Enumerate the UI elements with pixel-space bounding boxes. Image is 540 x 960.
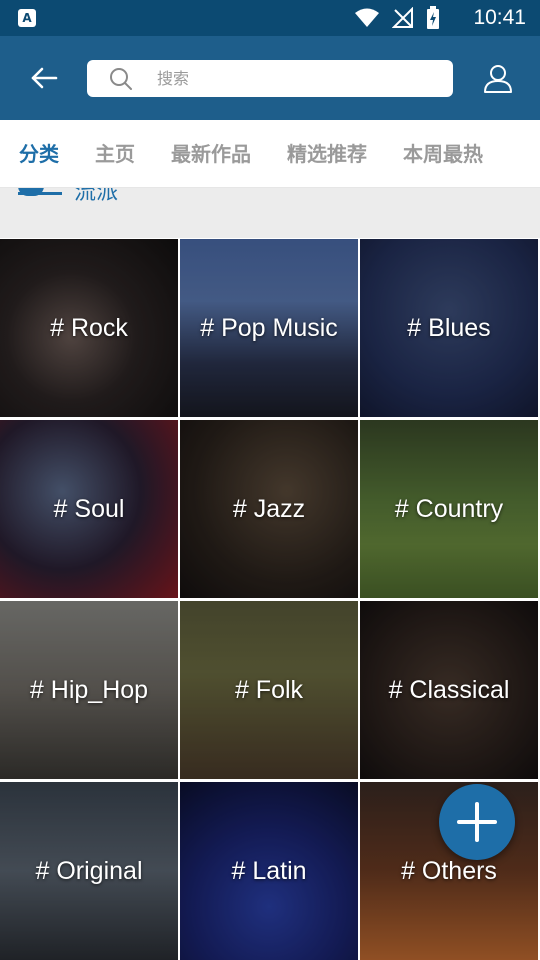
section-marker-line bbox=[18, 192, 62, 195]
app-notification-icon: A bbox=[18, 9, 36, 27]
section-header: 流派 bbox=[0, 188, 540, 238]
genre-label: # Soul bbox=[53, 494, 125, 523]
search-bar[interactable] bbox=[87, 60, 453, 97]
wifi-icon bbox=[355, 8, 379, 27]
tab-weekly-hot[interactable]: 本周最热 bbox=[385, 120, 501, 188]
status-bar: A 10:41 bbox=[0, 0, 540, 36]
genre-label: # Jazz bbox=[232, 494, 306, 523]
arrow-left-icon bbox=[31, 67, 58, 89]
genre-tile-soul[interactable]: # Soul bbox=[0, 420, 178, 598]
status-time: 10:41 bbox=[473, 6, 526, 29]
tab-category[interactable]: 分类 bbox=[0, 120, 77, 188]
genre-label: # Others bbox=[401, 856, 497, 885]
genre-label: # Latin bbox=[231, 856, 307, 885]
battery-charging-icon bbox=[427, 6, 439, 29]
genre-tile-original[interactable]: # Original bbox=[0, 782, 178, 960]
profile-button[interactable] bbox=[480, 60, 516, 96]
genre-tile-pop-music[interactable]: # Pop Music bbox=[180, 239, 358, 417]
back-button[interactable] bbox=[24, 58, 64, 98]
tab-latest-works[interactable]: 最新作品 bbox=[153, 120, 269, 188]
tab-featured[interactable]: 精选推荐 bbox=[269, 120, 385, 188]
genre-tile-blues[interactable]: # Blues bbox=[360, 239, 538, 417]
genre-tile-jazz[interactable]: # Jazz bbox=[180, 420, 358, 598]
genre-tile-country[interactable]: # Country bbox=[360, 420, 538, 598]
app-bar bbox=[0, 36, 540, 120]
genre-tile-rock[interactable]: # Rock bbox=[0, 239, 178, 417]
genre-label: # Blues bbox=[407, 313, 491, 342]
genre-tile-classical[interactable]: # Classical bbox=[360, 601, 538, 779]
search-icon bbox=[110, 68, 132, 90]
genre-label: # Classical bbox=[388, 675, 510, 704]
plus-icon bbox=[457, 802, 497, 842]
genre-label: # Country bbox=[394, 494, 504, 523]
genre-tile-latin[interactable]: # Latin bbox=[180, 782, 358, 960]
section-title: 流派 bbox=[74, 188, 119, 205]
genre-label: # Rock bbox=[50, 313, 128, 342]
no-signal-icon bbox=[392, 7, 413, 28]
add-button[interactable] bbox=[439, 784, 515, 860]
genre-label: # Pop Music bbox=[200, 313, 338, 342]
tab-bar: 分类 主页 最新作品 精选推荐 本周最热 bbox=[0, 120, 540, 188]
tab-home[interactable]: 主页 bbox=[77, 120, 153, 188]
status-icons bbox=[354, 6, 440, 30]
genre-label: # Original bbox=[35, 856, 143, 885]
genre-label: # Folk bbox=[234, 675, 304, 704]
user-icon bbox=[484, 65, 512, 93]
genre-label: # Hip_Hop bbox=[29, 675, 149, 704]
genre-tile-hip-hop[interactable]: # Hip_Hop bbox=[0, 601, 178, 779]
search-input[interactable] bbox=[157, 60, 437, 97]
genre-tile-folk[interactable]: # Folk bbox=[180, 601, 358, 779]
